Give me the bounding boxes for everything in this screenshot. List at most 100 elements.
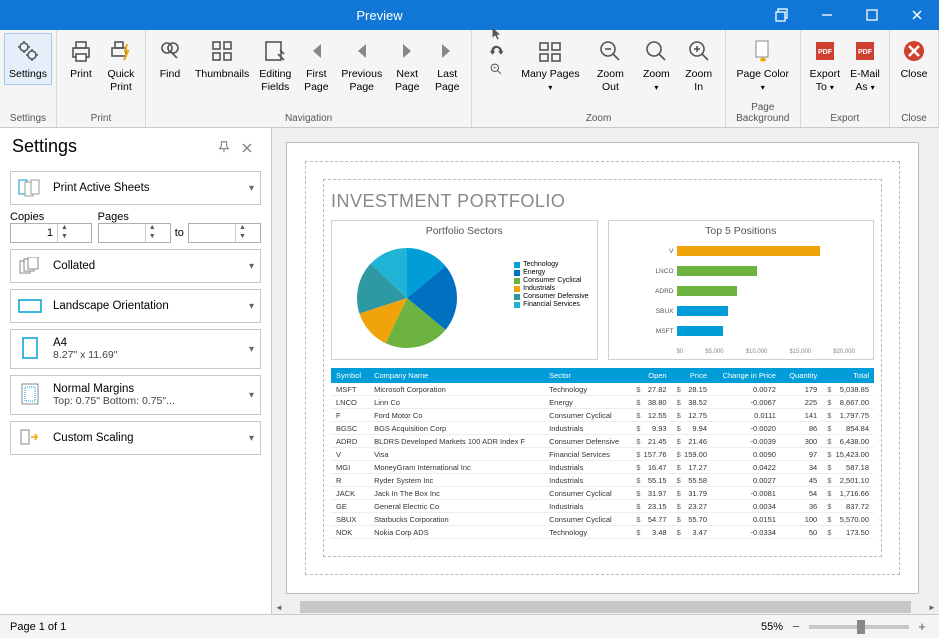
- pie-chart: Portfolio Sectors TechnologyEnergyConsum…: [331, 220, 598, 360]
- collation-dropdown[interactable]: Collated ▾: [10, 249, 261, 283]
- ribbon-group-label: Print: [57, 111, 145, 127]
- thumbnails-icon: [208, 37, 236, 65]
- manypages-icon: [536, 37, 564, 65]
- emailas-button[interactable]: PDFE-MailAs ▾: [845, 33, 885, 97]
- settings-title: Settings: [12, 136, 211, 157]
- sheets-icon: [17, 174, 45, 202]
- zoom-in-button[interactable]: +: [915, 620, 929, 634]
- copies-spinner[interactable]: ▲▼: [10, 223, 92, 243]
- ribbon-group-label: Zoom: [472, 111, 725, 127]
- bar-row: LNCO: [649, 263, 864, 279]
- firstpage-icon: [302, 37, 330, 65]
- col-header: Total: [822, 368, 874, 383]
- firstpage-button[interactable]: FirstPage: [296, 33, 336, 97]
- print-icon: [67, 37, 95, 65]
- zoom-out-button[interactable]: −: [789, 620, 803, 634]
- pagecolor-icon: [749, 37, 777, 65]
- margins-dropdown[interactable]: Normal Margins Top: 0.75" Bottom: 0.75".…: [10, 375, 261, 415]
- pages-from-spinner[interactable]: ▲▼: [98, 223, 171, 243]
- nextpage-button[interactable]: NextPage: [387, 33, 427, 97]
- zoomout-button[interactable]: Zoom Out: [585, 33, 637, 97]
- col-header: Symbol: [331, 368, 369, 383]
- pin-icon[interactable]: [217, 138, 235, 156]
- svg-text:PDF: PDF: [818, 49, 833, 56]
- col-header: Change in Price: [712, 368, 781, 383]
- zoomout-icon: [596, 37, 624, 65]
- doc-title: INVESTMENT PORTFOLIO: [331, 191, 874, 212]
- minimize-icon[interactable]: [804, 0, 849, 30]
- statusbar: Page 1 of 1 55% − +: [0, 614, 939, 638]
- scaling-dropdown[interactable]: Custom Scaling ▾: [10, 421, 261, 455]
- bar-row: ADRD: [649, 283, 864, 299]
- paper-size-dropdown[interactable]: A4 8.27" x 11.69" ▾: [10, 329, 261, 369]
- manypages-button[interactable]: Many Pages ▾: [516, 33, 584, 97]
- lastpage-icon: [433, 37, 461, 65]
- pages-to-spinner[interactable]: ▲▼: [188, 223, 261, 243]
- ribbon-group-label: Navigation: [146, 111, 471, 127]
- find-button[interactable]: Find: [150, 33, 190, 85]
- portfolio-table: SymbolCompany NameSectorOpenPriceChange …: [331, 368, 874, 539]
- zoom-slider[interactable]: [809, 625, 909, 629]
- copies-input[interactable]: [11, 227, 57, 239]
- close-panel-icon[interactable]: [241, 138, 259, 156]
- legend-item: Energy: [514, 269, 588, 276]
- maximize-icon[interactable]: [849, 0, 894, 30]
- preview-area[interactable]: INVESTMENT PORTFOLIO Portfolio Sectors T…: [272, 128, 939, 614]
- scaling-icon: [17, 424, 45, 452]
- pages-to-input[interactable]: [189, 227, 235, 239]
- zoom-percent: 55%: [761, 621, 783, 633]
- editfields-button[interactable]: EditingFields: [254, 33, 296, 97]
- thumbnails-button[interactable]: Thumbnails: [190, 33, 254, 85]
- landscape-icon: [17, 292, 45, 320]
- table-row: FFord Motor CoConsumer Cyclical12.5512.7…: [331, 409, 874, 422]
- pagecolor-button[interactable]: Page Color ▾: [730, 33, 796, 97]
- legend-item: Consumer Defensive: [514, 293, 588, 300]
- find-icon: [156, 37, 184, 65]
- table-row: LNCOLinn CoEnergy38.8038.52-0.00672258,6…: [331, 396, 874, 409]
- settings-panel: Settings Print Active Sheets ▾ Copies: [0, 128, 272, 614]
- editfields-icon: [261, 37, 289, 65]
- restore-down-icon[interactable]: [759, 0, 804, 30]
- table-row: VVisaFinancial Services157.76159.000.009…: [331, 448, 874, 461]
- bar-row: MSFT: [649, 323, 864, 339]
- ribbon-group-label: Close: [890, 111, 938, 127]
- page-indicator: Page 1 of 1: [10, 621, 66, 633]
- ribbon-group-label: Settings: [0, 111, 56, 127]
- nextpage-icon: [393, 37, 421, 65]
- table-row: SBUXStarbucks CorporationConsumer Cyclic…: [331, 513, 874, 526]
- pages-from-input[interactable]: [99, 227, 145, 239]
- margins-icon: [17, 381, 45, 409]
- legend-item: Financial Services: [514, 301, 588, 308]
- quickprint-icon: [107, 37, 135, 65]
- orientation-dropdown[interactable]: Landscape Orientation ▾: [10, 289, 261, 323]
- zoom-button[interactable]: Zoom ▾: [636, 33, 676, 97]
- table-row: NOKNokia Corp ADSTechnology3.483.47-0.03…: [331, 526, 874, 539]
- close-icon[interactable]: [894, 0, 939, 30]
- print-button[interactable]: Print: [61, 33, 101, 85]
- prevpage-button[interactable]: PreviousPage: [336, 33, 387, 97]
- ribbon: SettingsSettingsPrintQuickPrintPrintFind…: [0, 30, 939, 128]
- print-what-dropdown[interactable]: Print Active Sheets ▾: [10, 171, 261, 205]
- legend-item: Technology: [514, 261, 588, 268]
- exportto-button[interactable]: PDFExportTo ▾: [805, 33, 845, 97]
- svg-text:+: +: [493, 66, 496, 72]
- exportto-icon: PDF: [811, 37, 839, 65]
- pages-label: Pages: [98, 211, 261, 223]
- ribbon-group-label: Page Background: [726, 100, 800, 127]
- lastpage-button[interactable]: LastPage: [427, 33, 467, 97]
- pointer-icon: +: [482, 37, 510, 65]
- close-icon: [900, 37, 928, 65]
- titlebar: Preview: [0, 0, 939, 30]
- copies-label: Copies: [10, 211, 92, 223]
- col-header: Sector: [544, 368, 631, 383]
- quickprint-button[interactable]: QuickPrint: [101, 33, 141, 97]
- page[interactable]: INVESTMENT PORTFOLIO Portfolio Sectors T…: [286, 142, 919, 594]
- pointer-button[interactable]: +: [476, 33, 516, 72]
- zoomin-button[interactable]: Zoom In: [676, 33, 720, 97]
- settings-button[interactable]: Settings: [4, 33, 52, 85]
- table-row: MGIMoneyGram International IncIndustrial…: [331, 461, 874, 474]
- close-button[interactable]: Close: [894, 33, 934, 85]
- table-row: ADRDBLDRS Developed Markets 100 ADR Inde…: [331, 435, 874, 448]
- horizontal-scrollbar[interactable]: ◄ ►: [272, 600, 939, 614]
- legend-item: Consumer Cyclical: [514, 277, 588, 284]
